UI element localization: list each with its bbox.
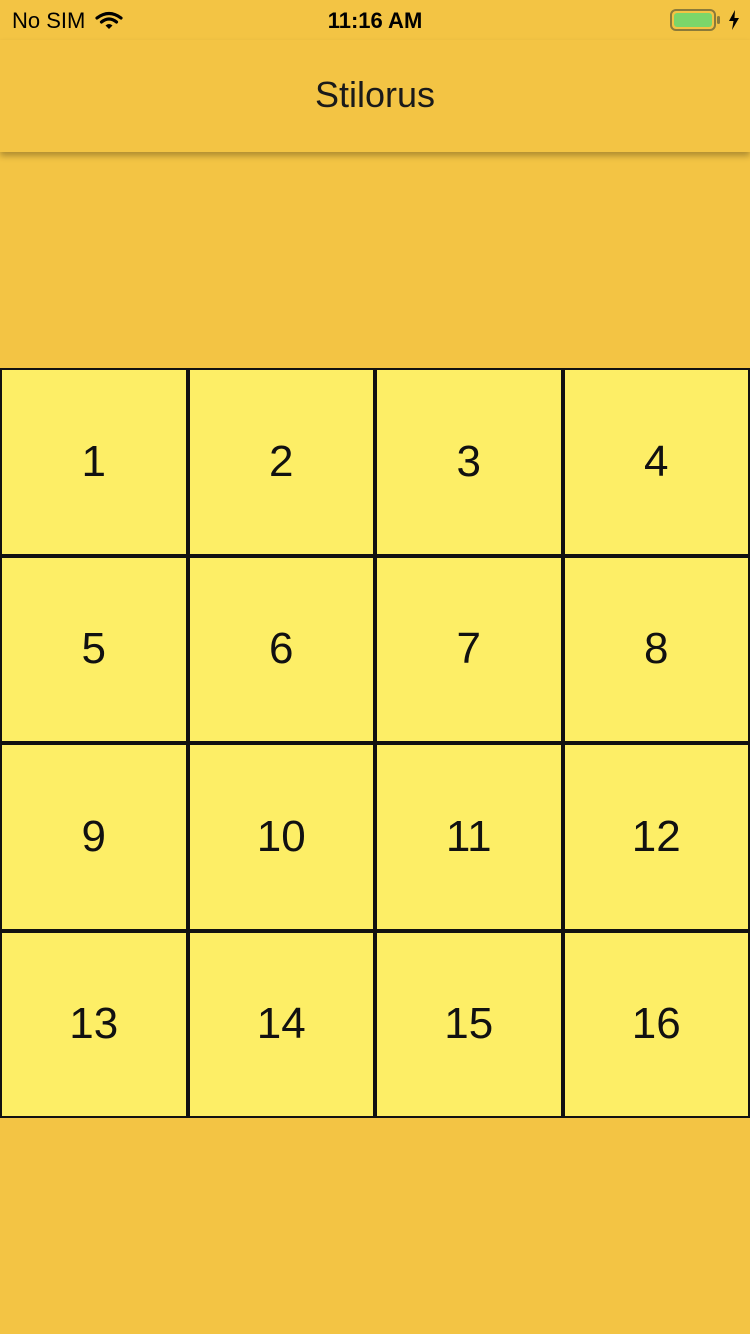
tile-5[interactable]: 5 [0,555,188,743]
navigation-bar: Stilorus [0,40,750,152]
tile-2[interactable]: 2 [187,368,375,556]
tile-12[interactable]: 12 [562,743,750,931]
tile-14[interactable]: 14 [187,930,375,1118]
battery-icon [670,8,722,32]
tile-4[interactable]: 4 [562,368,750,556]
battery-group [670,8,740,32]
tile-11[interactable]: 11 [375,743,563,931]
clock: 11:16 AM [327,8,423,33]
page-title: Stilorus [314,74,436,115]
tile-6[interactable]: 6 [187,555,375,743]
tile-8[interactable]: 8 [562,555,750,743]
puzzle-board: 1 2 3 4 5 6 7 8 9 10 11 12 13 14 15 16 [0,368,750,1118]
tile-16[interactable]: 16 [562,930,750,1118]
tile-15[interactable]: 15 [375,930,563,1118]
bolt-icon [728,10,740,30]
tile-9[interactable]: 9 [0,743,188,931]
status-bar: No SIM 11:16 AM [0,0,750,40]
tile-3[interactable]: 3 [375,368,563,556]
tile-1[interactable]: 1 [0,368,188,556]
tile-10[interactable]: 10 [187,743,375,931]
tile-13[interactable]: 13 [0,930,188,1118]
tile-7[interactable]: 7 [375,555,563,743]
